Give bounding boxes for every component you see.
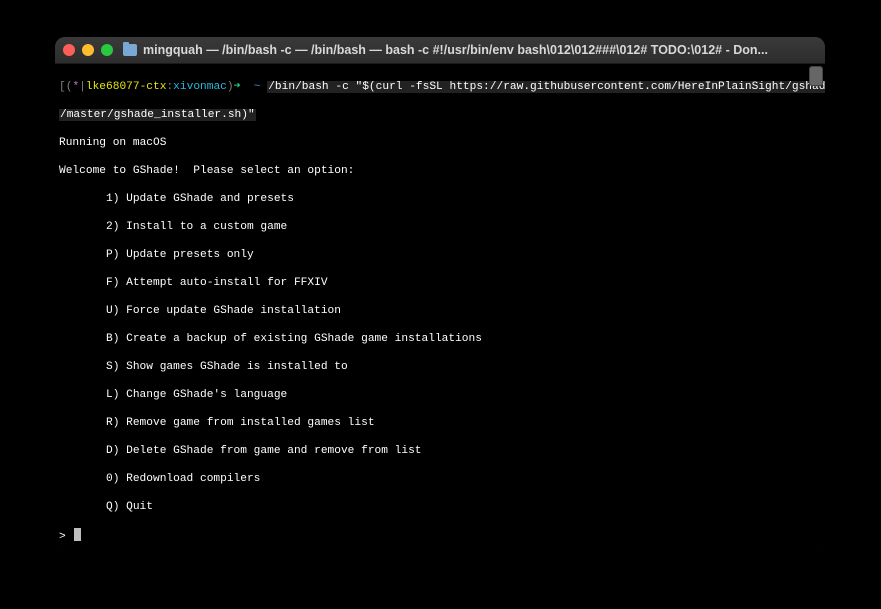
menu-item: U) Force update GShade installation bbox=[59, 304, 821, 318]
command-part2: /master/gshade_installer.sh)" bbox=[59, 109, 256, 121]
folder-icon bbox=[123, 44, 137, 56]
command-part1: /bin/bash -c "$(curl -fsSL https://raw.g… bbox=[267, 81, 825, 93]
prompt-paren-close: ) bbox=[227, 81, 234, 93]
menu-item: S) Show games GShade is installed to bbox=[59, 360, 821, 374]
output-welcome: Welcome to GShade! Please select an opti… bbox=[59, 164, 821, 178]
prompt-host: xivonmac bbox=[173, 81, 227, 93]
minimize-icon[interactable] bbox=[82, 44, 94, 56]
menu-item: Q) Quit bbox=[59, 500, 821, 514]
menu-item: 2) Install to a custom game bbox=[59, 220, 821, 234]
window-title: mingquah — /bin/bash -c — /bin/bash — ba… bbox=[143, 43, 817, 57]
titlebar[interactable]: mingquah — /bin/bash -c — /bin/bash — ba… bbox=[55, 37, 825, 64]
cursor-icon[interactable] bbox=[74, 528, 81, 541]
input-prompt: > bbox=[59, 531, 72, 543]
scrollbar-track[interactable] bbox=[810, 66, 824, 547]
menu-item: B) Create a backup of existing GShade ga… bbox=[59, 332, 821, 346]
terminal-output: [(*|lke68077-ctx:xivonmac)➜ ~ /bin/bash … bbox=[59, 66, 821, 549]
traffic-lights bbox=[63, 44, 113, 56]
menu-item: D) Delete GShade from game and remove fr… bbox=[59, 444, 821, 458]
prompt-arrow: ➜ bbox=[234, 81, 247, 93]
menu-item: 1) Update GShade and presets bbox=[59, 192, 821, 206]
terminal-body[interactable]: [(*|lke68077-ctx:xivonmac)➜ ~ /bin/bash … bbox=[55, 64, 825, 549]
close-icon[interactable] bbox=[63, 44, 75, 56]
prompt-path: ~ bbox=[247, 81, 267, 93]
scrollbar-thumb[interactable] bbox=[809, 66, 823, 86]
terminal-window: mingquah — /bin/bash -c — /bin/bash — ba… bbox=[55, 37, 825, 549]
prompt-context: lke68077-ctx bbox=[86, 81, 167, 93]
menu-item: 0) Redownload compilers bbox=[59, 472, 821, 486]
prompt-bracket-open: [( bbox=[59, 81, 72, 93]
menu-item: F) Attempt auto-install for FFXIV bbox=[59, 276, 821, 290]
prompt-bar: | bbox=[79, 81, 86, 93]
menu-item: R) Remove game from installed games list bbox=[59, 416, 821, 430]
menu-item: L) Change GShade's language bbox=[59, 388, 821, 402]
zoom-icon[interactable] bbox=[101, 44, 113, 56]
menu-item: P) Update presets only bbox=[59, 248, 821, 262]
output-running: Running on macOS bbox=[59, 136, 821, 150]
